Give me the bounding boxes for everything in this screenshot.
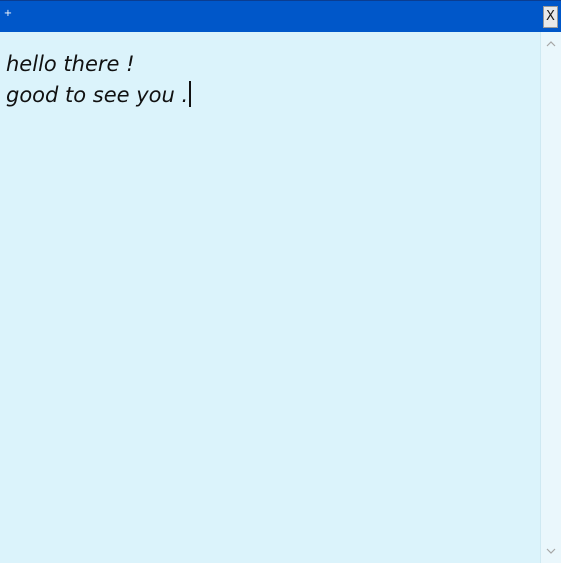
text-caret <box>189 81 192 107</box>
sticky-note-window: + X hello there ! good to see you . <box>0 0 561 563</box>
chevron-up-icon[interactable] <box>541 34 561 54</box>
note-line: hello there ! <box>6 52 135 76</box>
vertical-scrollbar[interactable] <box>540 32 561 563</box>
new-note-button[interactable]: + <box>2 7 14 21</box>
title-bar[interactable]: + X <box>0 0 561 32</box>
note-line: good to see you . <box>6 83 189 107</box>
note-text-area[interactable]: hello there ! good to see you . <box>0 32 540 563</box>
chevron-down-icon[interactable] <box>541 541 561 561</box>
close-button[interactable]: X <box>543 6 558 28</box>
note-content: hello there ! good to see you . <box>6 49 192 111</box>
